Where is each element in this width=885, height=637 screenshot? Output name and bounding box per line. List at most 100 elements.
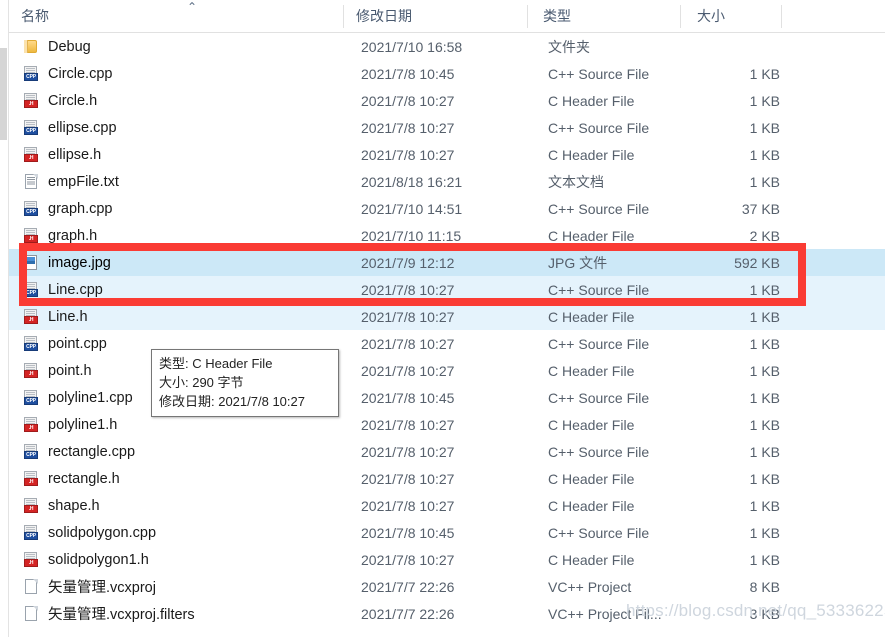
table-row[interactable]: CPP ellipse.cpp 2021/7/8 10:27 C++ Source F… bbox=[9, 114, 885, 141]
file-name-label: image.jpg bbox=[48, 254, 111, 271]
file-modified-label: 2021/7/8 10:27 bbox=[361, 362, 455, 379]
file-name-cell[interactable]: CPP rectangle.cpp bbox=[9, 438, 343, 465]
file-name-label: Line.cpp bbox=[48, 281, 103, 298]
file-name-cell[interactable]: .H shape.h bbox=[9, 492, 343, 519]
file-size-cell: 1 KB bbox=[680, 87, 780, 114]
file-type-label: C Header File bbox=[548, 308, 635, 325]
file-size-label: 1 KB bbox=[749, 551, 780, 568]
file-type-cell: C++ Source File bbox=[527, 438, 680, 465]
vertical-scrollbar-thumb[interactable] bbox=[0, 48, 7, 140]
file-name-cell[interactable]: CPP Line.cpp bbox=[9, 276, 343, 303]
file-size-label: 2 KB bbox=[749, 227, 780, 244]
file-name-cell[interactable]: 矢量管理.vcxproj.filters bbox=[9, 600, 343, 627]
file-size-cell: 592 KB bbox=[680, 249, 780, 276]
table-row[interactable]: .H ellipse.h 2021/7/8 10:27 C Header File 1 … bbox=[9, 141, 885, 168]
file-size-label: 1 KB bbox=[749, 416, 780, 433]
file-modified-label: 2021/7/10 11:15 bbox=[361, 227, 462, 244]
file-name-cell[interactable]: empFile.txt bbox=[9, 168, 343, 195]
file-size-cell: 1 KB bbox=[680, 411, 780, 438]
file-modified-cell: 2021/7/8 10:27 bbox=[343, 465, 527, 492]
table-row[interactable]: CPP rectangle.cpp 2021/7/8 10:27 C++ Source… bbox=[9, 438, 885, 465]
table-row[interactable]: .H polyline1.h 2021/7/8 10:27 C Header File… bbox=[9, 411, 885, 438]
c-header-icon: .H bbox=[23, 551, 40, 568]
file-name-cell[interactable]: 矢量管理.vcxproj bbox=[9, 573, 343, 600]
file-type-label: C Header File bbox=[548, 362, 635, 379]
file-size-label: 1 KB bbox=[749, 65, 780, 82]
tooltip-modified-line: 修改日期: 2021/7/8 10:27 bbox=[159, 394, 305, 409]
file-name-cell[interactable]: .H graph.h bbox=[9, 222, 343, 249]
table-row[interactable]: .H shape.h 2021/7/8 10:27 C Header File 1 KB bbox=[9, 492, 885, 519]
column-header-modified[interactable]: 修改日期 bbox=[344, 0, 527, 32]
file-type-cell: VC++ Project Fil... bbox=[527, 600, 680, 627]
file-modified-cell: 2021/7/8 10:45 bbox=[343, 60, 527, 87]
cpp-source-icon: CPP bbox=[23, 65, 40, 82]
file-modified-cell: 2021/7/10 16:58 bbox=[343, 33, 527, 60]
header-separator-4[interactable] bbox=[781, 5, 782, 28]
file-size-cell: 1 KB bbox=[680, 384, 780, 411]
table-row[interactable]: CPP Line.cpp 2021/7/8 10:27 C++ Source File… bbox=[9, 276, 885, 303]
table-row[interactable]: 矢量管理.vcxproj 2021/7/7 22:26 VC++ Project 8 … bbox=[9, 573, 885, 600]
column-header-size-label: 大小 bbox=[697, 8, 725, 24]
file-type-label: VC++ Project Fil... bbox=[548, 605, 662, 622]
file-size-cell: 1 KB bbox=[680, 114, 780, 141]
table-row[interactable]: empFile.txt 2021/8/18 16:21 文本文档 1 KB bbox=[9, 168, 885, 195]
file-size-label: 37 KB bbox=[741, 200, 780, 217]
table-row[interactable]: .H Circle.h 2021/7/8 10:27 C Header File 1 K… bbox=[9, 87, 885, 114]
file-type-label: JPG 文件 bbox=[548, 254, 608, 271]
c-header-icon: .H bbox=[23, 227, 40, 244]
table-row[interactable]: CPP solidpolygon.cpp 2021/7/8 10:45 C++ Sou… bbox=[9, 519, 885, 546]
table-row[interactable]: .H Line.h 2021/7/8 10:27 C Header File 1 KB bbox=[9, 303, 885, 330]
table-row[interactable]: .H rectangle.h 2021/7/8 10:27 C Header File… bbox=[9, 465, 885, 492]
table-row[interactable]: CPP graph.cpp 2021/7/10 14:51 C++ Source Fi… bbox=[9, 195, 885, 222]
c-header-icon: .H bbox=[23, 416, 40, 433]
file-modified-label: 2021/7/7 22:26 bbox=[361, 578, 455, 595]
column-header-type[interactable]: 类型 bbox=[528, 0, 680, 32]
file-name-cell[interactable]: .H solidpolygon1.h bbox=[9, 546, 343, 573]
file-name-cell[interactable]: .H Line.h bbox=[9, 303, 343, 330]
file-modified-cell: 2021/7/7 22:26 bbox=[343, 573, 527, 600]
file-name-cell[interactable]: CPP graph.cpp bbox=[9, 195, 343, 222]
file-modified-cell: 2021/7/8 10:27 bbox=[343, 87, 527, 114]
file-name-cell[interactable]: Debug bbox=[9, 33, 343, 60]
file-type-label: C Header File bbox=[548, 470, 635, 487]
table-row[interactable]: CPP polyline1.cpp 2021/7/8 10:45 C++ Source… bbox=[9, 384, 885, 411]
file-type-cell: C Header File bbox=[527, 546, 680, 573]
file-name-cell[interactable]: .H ellipse.h bbox=[9, 141, 343, 168]
file-type-label: C Header File bbox=[548, 551, 635, 568]
file-name-cell[interactable]: .H rectangle.h bbox=[9, 465, 343, 492]
file-name-cell[interactable]: .H Circle.h bbox=[9, 87, 343, 114]
cpp-source-icon: CPP bbox=[23, 389, 40, 406]
table-row[interactable]: .H point.h 2021/7/8 10:27 C Header File 1 KB bbox=[9, 357, 885, 384]
file-list[interactable]: Debug 2021/7/10 16:58 文件夹 CPP Circle.cpp 2021… bbox=[9, 33, 885, 637]
file-name-cell[interactable]: CPP Circle.cpp bbox=[9, 60, 343, 87]
file-name-cell[interactable]: CPP solidpolygon.cpp bbox=[9, 519, 343, 546]
file-type-cell: JPG 文件 bbox=[527, 249, 680, 276]
file-name-cell[interactable]: image.jpg bbox=[9, 249, 343, 276]
table-row[interactable]: image.jpg 2021/7/9 12:12 JPG 文件 592 KB bbox=[9, 249, 885, 276]
file-name-cell[interactable]: CPP ellipse.cpp bbox=[9, 114, 343, 141]
file-modified-label: 2021/7/8 10:27 bbox=[361, 470, 455, 487]
table-row[interactable]: .H solidpolygon1.h 2021/7/8 10:27 C Header … bbox=[9, 546, 885, 573]
file-size-label: 1 KB bbox=[749, 335, 780, 352]
file-name-label: 矢量管理.vcxproj bbox=[48, 580, 156, 596]
file-modified-label: 2021/7/8 10:27 bbox=[361, 551, 455, 568]
file-modified-label: 2021/7/8 10:27 bbox=[361, 119, 455, 136]
column-header-size[interactable]: 大小 bbox=[681, 0, 781, 32]
table-row[interactable]: 矢量管理.vcxproj.filters 2021/7/7 22:26 VC++ P… bbox=[9, 600, 885, 627]
file-size-label: 1 KB bbox=[749, 146, 780, 163]
file-type-label: C++ Source File bbox=[548, 443, 650, 460]
file-name-label: solidpolygon.cpp bbox=[48, 524, 157, 541]
table-row[interactable]: CPP point.cpp 2021/7/8 10:27 C++ Source Fil… bbox=[9, 330, 885, 357]
table-row[interactable]: .H graph.h 2021/7/10 11:15 C Header File 2 K… bbox=[9, 222, 885, 249]
file-name-label: 矢量管理.vcxproj.filters bbox=[48, 607, 195, 623]
table-row[interactable]: CPP Circle.cpp 2021/7/8 10:45 C++ Source Fi… bbox=[9, 60, 885, 87]
cpp-source-icon: CPP bbox=[23, 335, 40, 352]
c-header-icon: .H bbox=[23, 146, 40, 163]
file-type-cell: C Header File bbox=[527, 492, 680, 519]
cpp-source-icon: CPP bbox=[23, 200, 40, 217]
file-size-label: 1 KB bbox=[749, 524, 780, 541]
table-row[interactable]: Debug 2021/7/10 16:58 文件夹 bbox=[9, 33, 885, 60]
file-type-label: C++ Source File bbox=[548, 281, 650, 298]
file-type-label: C++ Source File bbox=[548, 65, 650, 82]
column-header-name[interactable]: 名称 bbox=[9, 0, 343, 32]
